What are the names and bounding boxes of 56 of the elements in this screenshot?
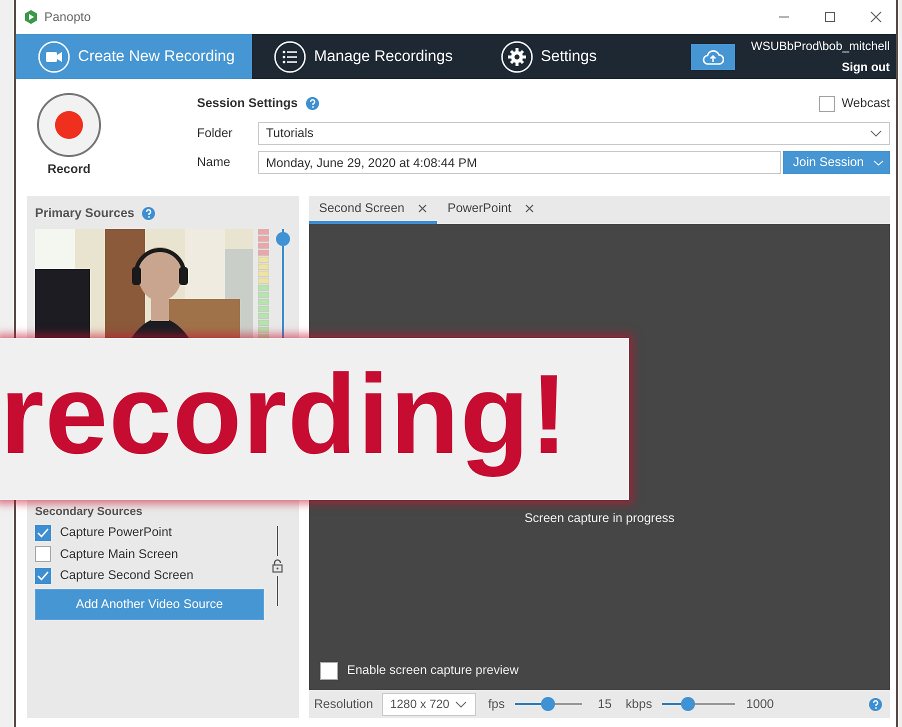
help-icon [306, 97, 319, 110]
window-title: Panopto [44, 8, 91, 26]
folder-dropdown[interactable]: Tutorials [258, 122, 890, 145]
name-input[interactable]: Monday, June 29, 2020 at 4:08:44 PM [258, 151, 781, 174]
checkbox-label: Capture Second Screen [60, 567, 194, 584]
sign-out-link[interactable]: Sign out [842, 58, 890, 76]
nav-tab[interactable]: Manage Recordings [252, 34, 465, 79]
preview-tab[interactable]: PowerPoint [437, 196, 544, 224]
source-checkbox[interactable] [35, 568, 51, 584]
banner-text: recording! [0, 350, 569, 480]
fps-slider[interactable] [514, 697, 582, 711]
field-label: fps [488, 696, 505, 713]
nav-tab[interactable]: Settings [478, 34, 609, 79]
section-heading: Primary Sources [35, 205, 134, 222]
slider-thumb[interactable] [276, 232, 290, 246]
checkbox-label: Capture Main Screen [60, 546, 178, 563]
section-heading: Session Settings [197, 95, 298, 112]
volume-slider[interactable] [276, 228, 290, 339]
kbps-slider[interactable] [662, 697, 736, 711]
chevron-down-icon [455, 700, 468, 708]
checkbox-label: Capture PowerPoint [60, 524, 172, 542]
close-icon[interactable] [870, 11, 882, 23]
close-icon[interactable] [418, 204, 428, 213]
chevron-down-icon [870, 130, 882, 137]
section-heading: Secondary Sources [35, 506, 144, 519]
resolution-dropdown[interactable]: 1280 x 720 [382, 692, 476, 716]
source-checkbox[interactable] [35, 546, 51, 562]
app-logo-icon [24, 10, 38, 24]
record-label: Record [47, 161, 91, 178]
slider-thumb[interactable] [541, 697, 556, 711]
lock-icon [272, 558, 283, 573]
field-label: Name [197, 154, 232, 172]
record-icon [54, 110, 84, 140]
field-label: kbps [626, 696, 652, 713]
checkbox-label: Webcast [842, 95, 890, 112]
field-label: Resolution [314, 696, 374, 713]
slider-thumb[interactable] [681, 697, 696, 711]
help-icon [142, 206, 156, 220]
cloud-upload-button[interactable] [691, 44, 736, 70]
source-checkbox[interactable] [35, 524, 51, 540]
settings-icon [500, 40, 533, 72]
chevron-down-icon [873, 160, 884, 166]
maximize-icon[interactable] [824, 11, 836, 23]
checkbox-label: Enable screen capture preview [347, 662, 519, 680]
status-message: Screen capture in progress [524, 510, 675, 527]
cloud-upload-icon [702, 49, 724, 65]
user-name: WSUBbProd\bob_mitchell [751, 38, 890, 55]
close-icon[interactable] [525, 204, 534, 213]
slider-value: 15 [598, 696, 612, 713]
webcast-checkbox[interactable] [819, 96, 836, 112]
slider-value: 1000 [746, 696, 774, 713]
preview-checkbox[interactable] [320, 662, 338, 680]
field-label: Folder [197, 125, 234, 142]
help-icon[interactable] [869, 698, 882, 710]
list-icon [274, 40, 306, 72]
video-camera-icon [38, 40, 70, 72]
